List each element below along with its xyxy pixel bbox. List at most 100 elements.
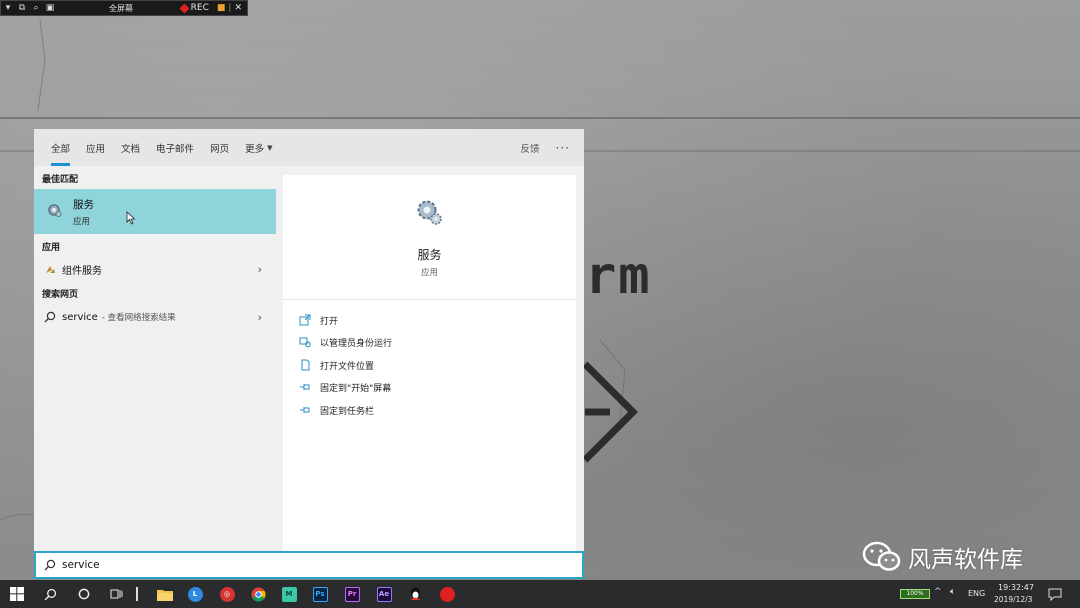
pin-icon [299, 381, 311, 393]
chrome-button[interactable] [243, 580, 273, 608]
tray-overflow-icon[interactable]: ^ [934, 587, 942, 597]
tab-web[interactable]: 网页 [202, 129, 237, 166]
file-explorer-button[interactable] [150, 580, 180, 608]
qq-button[interactable] [400, 580, 430, 608]
qq-penguin-icon [409, 587, 422, 602]
open-icon [299, 314, 311, 326]
list-item-component-services[interactable]: 组件服务 › [34, 258, 276, 280]
region-icon[interactable]: ▣ [43, 3, 57, 13]
record-dot-icon [179, 3, 189, 13]
action-label: 打开 [320, 314, 338, 327]
search-box[interactable] [34, 551, 584, 579]
action-label: 打开文件位置 [320, 359, 374, 372]
after-effects-icon: Ae [377, 587, 392, 602]
clock-time[interactable]: 19:32:47 [998, 583, 1034, 592]
watermark-text: 风声软件库 [908, 540, 1023, 574]
watermark: 风声软件库 [862, 540, 1023, 574]
detail-subtitle: 应用 [283, 266, 576, 278]
best-match-header: 最佳匹配 [42, 172, 78, 185]
results-list: 最佳匹配 服务 应用 应用 组件服务 › 搜索网页 [34, 166, 276, 551]
fullscreen-label[interactable]: 全屏幕 [109, 3, 133, 14]
action-label: 固定到任务栏 [320, 404, 374, 417]
tab-documents[interactable]: 文档 [113, 129, 148, 166]
taskbar-app-button[interactable] [127, 580, 147, 608]
volume-icon[interactable]: 🔈︎ [950, 587, 955, 597]
browser-l-icon: L [188, 587, 203, 602]
chevron-right-icon[interactable]: › [258, 263, 262, 276]
action-pin-to-taskbar[interactable]: 固定到任务栏 [299, 401, 374, 419]
after-effects-button[interactable]: Ae [369, 580, 399, 608]
clock-date[interactable]: 2019/12/3 [994, 595, 1032, 604]
detail-title: 服务 [283, 246, 576, 263]
dreamweaver-icon: M [282, 587, 297, 602]
input-language[interactable]: ENG [968, 589, 985, 598]
action-run-as-admin[interactable]: 以管理员身份运行 [299, 333, 392, 351]
start-search-panel: 全部 应用 文档 电子邮件 网页 更多▼ 反馈 ··· 最佳匹配 服务 应用 应… [34, 129, 584, 551]
netease-music-button[interactable]: ◎ [212, 580, 242, 608]
services-gear-icon [414, 197, 444, 227]
file-location-icon [299, 359, 311, 371]
mouse-cursor-icon [126, 211, 136, 225]
web-search-header: 搜索网页 [42, 287, 78, 300]
component-services-icon [43, 264, 57, 275]
magnify-icon[interactable]: ⌕ [29, 3, 43, 13]
cortana-icon [78, 588, 90, 600]
action-label: 固定到"开始"屏幕 [320, 381, 391, 394]
dreamweaver-button[interactable]: M [274, 580, 304, 608]
run-as-admin-icon [299, 336, 311, 348]
task-view-icon [110, 588, 124, 600]
close-icon[interactable]: ✕ [234, 3, 242, 13]
feedback-button[interactable]: 反馈 [513, 141, 548, 155]
more-options-button[interactable]: ··· [548, 141, 584, 155]
list-item-web-search[interactable]: service - 查看网络搜索结果 › [34, 306, 276, 328]
camera-icon[interactable]: ■ [217, 3, 226, 13]
action-open[interactable]: 打开 [299, 311, 338, 329]
photoshop-button[interactable]: Ps [305, 580, 335, 608]
chevron-down-icon: ▼ [267, 144, 272, 152]
action-label: 以管理员身份运行 [320, 336, 392, 349]
chrome-icon [251, 587, 266, 602]
netease-music-icon: ◎ [220, 587, 235, 602]
dropdown-icon[interactable]: ▾ [1, 3, 15, 13]
taskbar: L ◎ M Ps Pr Ae 100% ^ 🔈︎ ENG 19:32:47 20… [0, 580, 1080, 608]
cortana-button[interactable] [69, 580, 99, 608]
restore-icon[interactable]: ⧉ [15, 3, 29, 13]
pin-icon [299, 404, 311, 416]
folder-icon [157, 588, 173, 601]
wechat-logo-icon [862, 540, 902, 574]
best-match-subtitle: 应用 [73, 215, 90, 227]
screen-recorder-bar: ▾ ⧉ ⌕ ▣ 全屏幕 REC ■ | ✕ [0, 0, 248, 16]
search-icon [44, 559, 56, 571]
taskbar-search-button[interactable] [35, 580, 65, 608]
netease-red-button[interactable] [432, 580, 462, 608]
premiere-icon: Pr [345, 587, 360, 602]
action-open-file-location[interactable]: 打开文件位置 [299, 356, 374, 374]
tab-more[interactable]: 更多▼ [237, 129, 280, 166]
list-item-label: 组件服务 [62, 262, 102, 277]
start-button[interactable] [2, 580, 32, 608]
wall-painted-text: rm [585, 246, 652, 306]
best-match-item[interactable]: 服务 应用 [34, 189, 276, 234]
app-icon [136, 587, 138, 601]
chevron-right-icon[interactable]: › [258, 311, 262, 324]
windows-logo-icon [10, 587, 24, 601]
search-input[interactable] [62, 559, 542, 571]
web-query-hint: - 查看网络搜索结果 [102, 311, 176, 323]
notification-center-icon[interactable] [1048, 587, 1062, 601]
web-query-label: service [62, 312, 98, 323]
services-gear-icon [46, 202, 62, 218]
search-icon [43, 311, 57, 323]
tab-apps[interactable]: 应用 [78, 129, 113, 166]
tab-email[interactable]: 电子邮件 [148, 129, 202, 166]
tab-all[interactable]: 全部 [43, 129, 78, 166]
record-button[interactable]: REC [181, 3, 209, 13]
divider: | [228, 3, 231, 13]
browser-l-button[interactable]: L [180, 580, 210, 608]
divider [283, 299, 576, 300]
search-icon [44, 588, 57, 601]
apps-header: 应用 [42, 240, 60, 253]
premiere-button[interactable]: Pr [337, 580, 367, 608]
battery-indicator[interactable]: 100% [900, 589, 930, 599]
record-label: REC [191, 3, 209, 13]
action-pin-to-start[interactable]: 固定到"开始"屏幕 [299, 378, 391, 396]
